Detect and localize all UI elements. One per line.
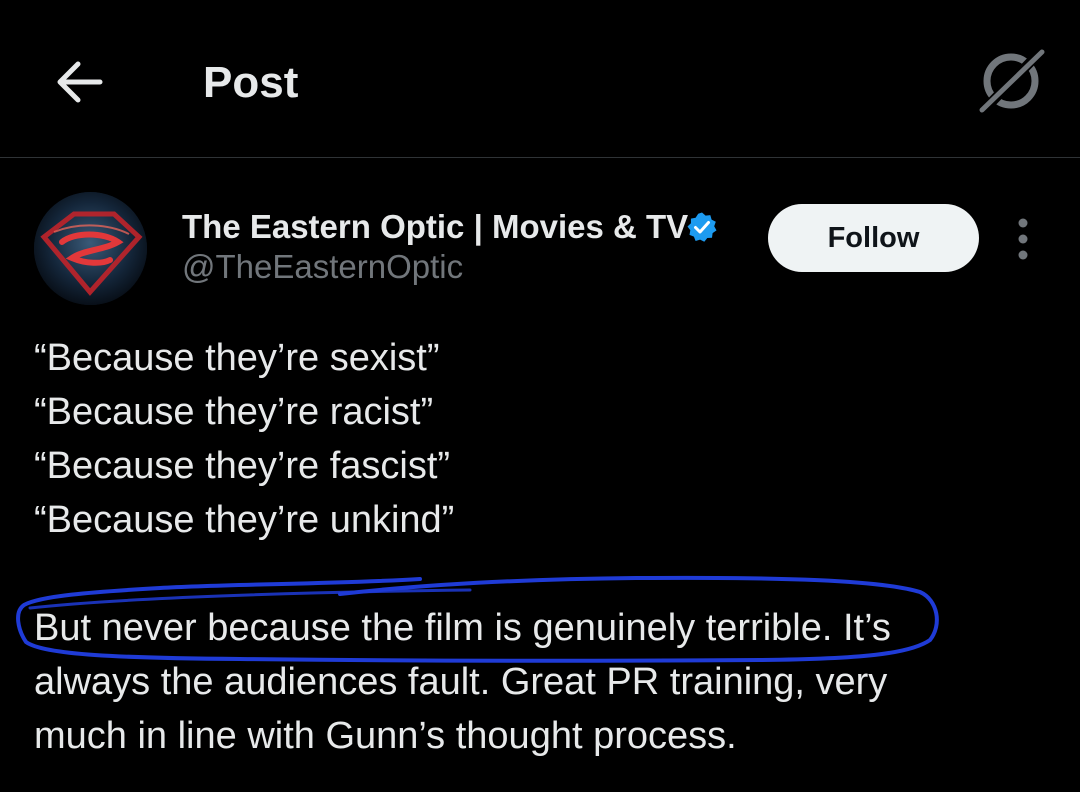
post-text-line: “Because they’re fascist” — [34, 445, 451, 487]
post-text: “Because they’re sexist” “Because they’r… — [34, 331, 1054, 763]
follow-button[interactable]: Follow — [768, 204, 979, 272]
more-options-button[interactable] — [1008, 216, 1038, 262]
author-handle[interactable]: @TheEasternOptic — [182, 247, 463, 287]
avatar-image — [34, 192, 147, 305]
page-title: Post — [203, 58, 299, 107]
arrow-left-icon — [57, 61, 103, 103]
avatar[interactable] — [34, 192, 147, 305]
post-text-line: much in line with Gunn’s thought process… — [34, 715, 737, 757]
header-divider — [0, 157, 1080, 158]
post-text-line: “Because they’re sexist” — [34, 337, 440, 379]
grok-button[interactable] — [974, 44, 1048, 118]
post-text-line: “Because they’re racist” — [34, 391, 434, 433]
grok-icon — [976, 44, 1048, 118]
more-vertical-icon — [1018, 218, 1028, 260]
post-text-line-highlighted: But never because the film is genuinely … — [34, 607, 891, 649]
post-text-line: always the audiences fault. Great PR tra… — [34, 661, 888, 703]
top-bar: Post — [0, 0, 1080, 158]
author-display-name[interactable]: The Eastern Optic | Movies & TV — [182, 207, 688, 247]
post-text-line: “Because they’re unkind” — [34, 499, 455, 541]
verified-badge-icon — [686, 211, 718, 243]
back-button[interactable] — [52, 54, 108, 110]
